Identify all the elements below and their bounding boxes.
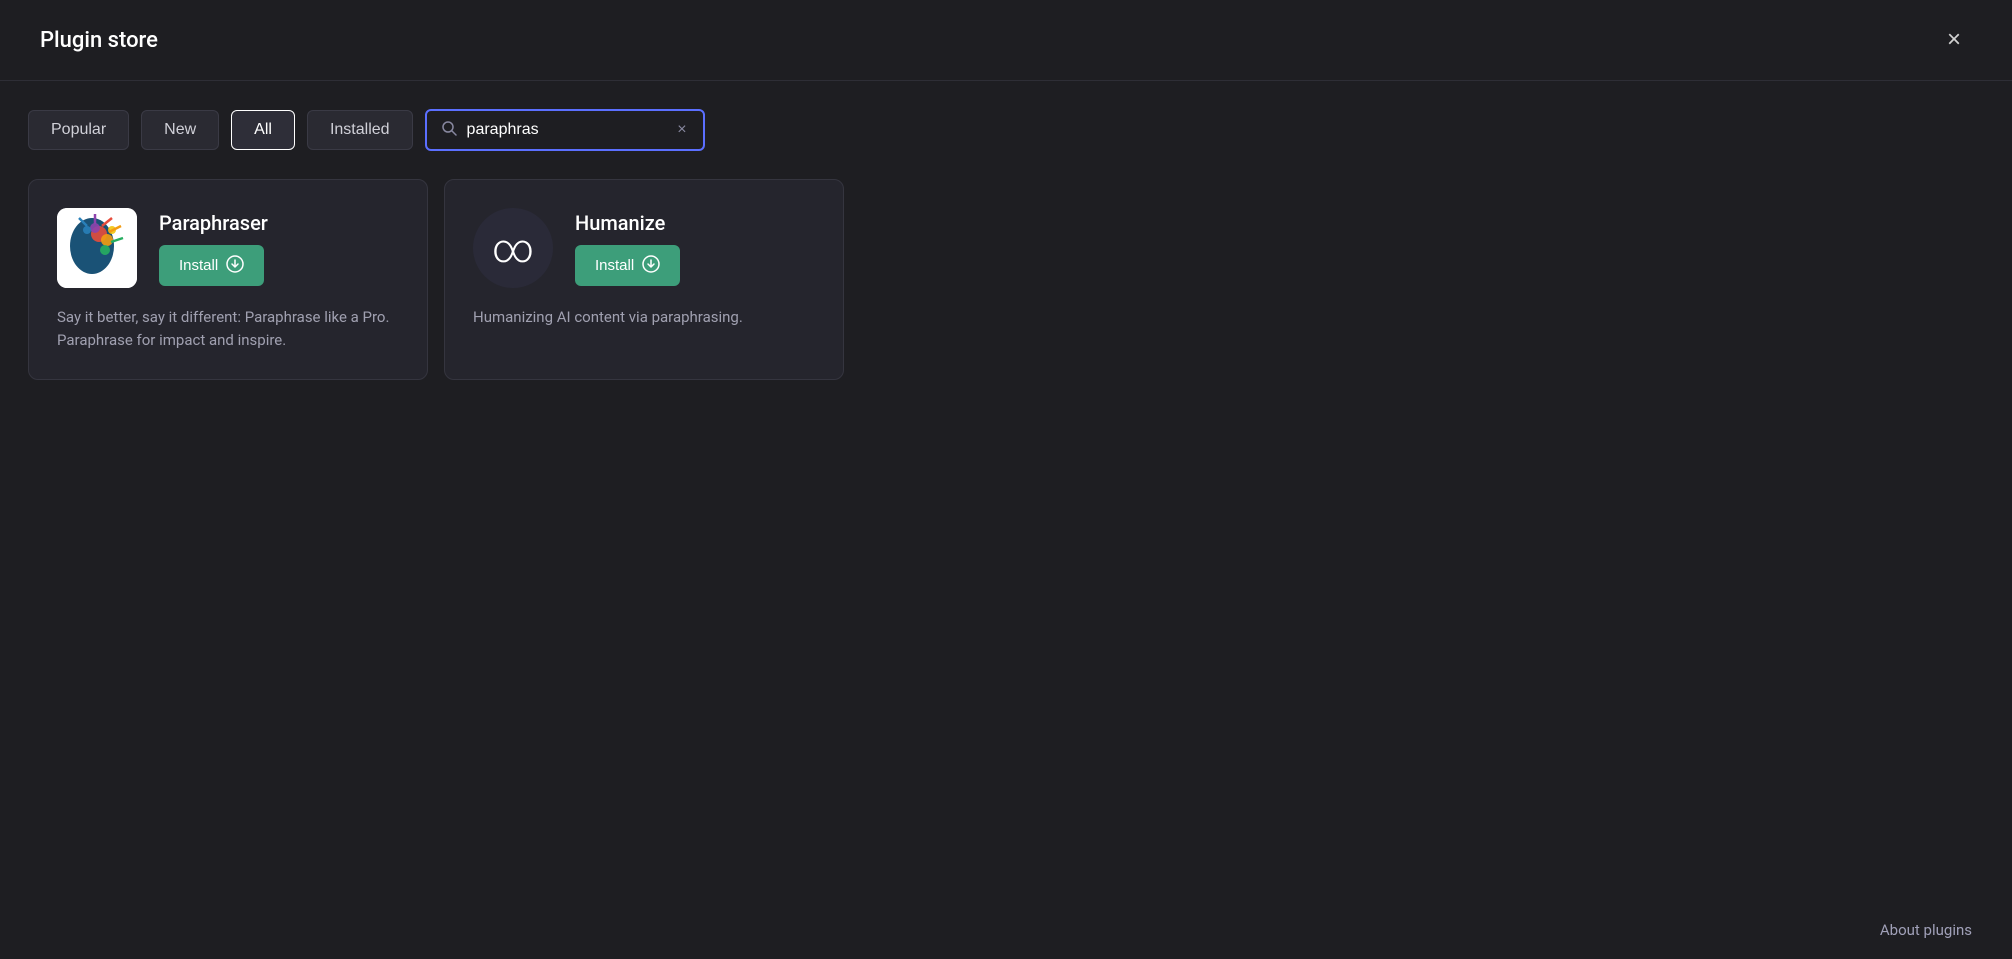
plugin-paraphraser-install-button[interactable]: Install [159, 245, 264, 286]
plugin-paraphraser-name: Paraphraser [159, 211, 268, 235]
search-clear-button[interactable]: × [675, 119, 688, 141]
infinity-icon: ∞ [492, 225, 534, 272]
plugin-paraphraser-icon [57, 208, 137, 288]
modal-footer: About plugins [0, 901, 2012, 959]
download-icon [226, 255, 244, 276]
plugin-humanize-header: ∞ Humanize Install [473, 208, 815, 288]
download-icon-humanize [642, 255, 660, 276]
close-button[interactable]: × [1936, 22, 1972, 58]
plugin-paraphraser-description: Say it better, say it different: Paraphr… [57, 306, 399, 351]
plugin-humanize-description: Humanizing AI content via paraphrasing. [473, 306, 815, 329]
modal-title: Plugin store [40, 28, 158, 53]
search-input[interactable] [467, 121, 666, 139]
modal-header: Plugin store × [0, 0, 2012, 81]
search-icon [441, 120, 457, 140]
plugin-humanize-info: Humanize Install [575, 211, 680, 286]
plugin-humanize-icon: ∞ [473, 208, 553, 288]
plugin-card-humanize: ∞ Humanize Install [444, 179, 844, 380]
filter-toolbar: Popular New All Installed × [0, 81, 2012, 171]
plugin-humanize-install-button[interactable]: Install [575, 245, 680, 286]
plugin-card-paraphraser: Paraphraser Install Say it better, sa [28, 179, 428, 380]
plugin-humanize-name: Humanize [575, 211, 680, 235]
plugin-paraphraser-header: Paraphraser Install [57, 208, 399, 288]
installed-filter-button[interactable]: Installed [307, 110, 413, 150]
popular-filter-button[interactable]: Popular [28, 110, 129, 150]
about-plugins-link[interactable]: About plugins [1880, 921, 1972, 939]
plugins-grid: Paraphraser Install Say it better, sa [0, 171, 2012, 388]
plugin-paraphraser-info: Paraphraser Install [159, 211, 268, 286]
search-box: × [425, 109, 705, 151]
plugin-store-modal: Plugin store × Popular New All Installed… [0, 0, 2012, 959]
new-filter-button[interactable]: New [141, 110, 219, 150]
all-filter-button[interactable]: All [231, 110, 295, 150]
